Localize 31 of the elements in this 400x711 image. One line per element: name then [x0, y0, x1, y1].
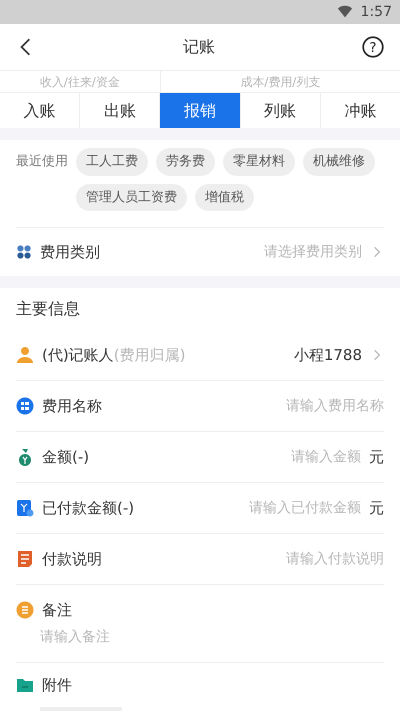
field-label: 已付款金额(-): [42, 498, 134, 519]
category-chip[interactable]: 机械维修: [303, 148, 375, 176]
section-title: 主要信息: [16, 298, 80, 320]
selected-value[interactable]: 小程1788: [294, 344, 362, 366]
unit-label: 元: [369, 446, 384, 468]
input-field[interactable]: 请输入已付款金额: [166, 498, 361, 518]
recent-label: 最近使用: [16, 153, 68, 171]
unit-label: 元: [369, 498, 384, 519]
input-field[interactable]: 请输入付款说明: [161, 548, 384, 570]
field-label: 金额(-): [42, 446, 90, 468]
field-label: 费用名称: [42, 396, 102, 417]
status-time: 1:57: [360, 2, 392, 22]
input-field[interactable]: 请输入金额: [143, 446, 361, 468]
field-label: (代)记账人: [42, 344, 114, 366]
page-title: 记账: [183, 36, 215, 58]
category-chip[interactable]: 增值税: [195, 184, 254, 211]
field-label: 付款说明: [42, 548, 102, 570]
field-label: 费用类别: [40, 242, 100, 263]
field-label: 备注: [42, 600, 72, 621]
field-label: 附件: [42, 674, 72, 696]
note-field[interactable]: 请输入备注: [40, 627, 400, 651]
tab[interactable]: 报销: [159, 93, 240, 128]
category-chip[interactable]: 零星材料: [223, 148, 295, 176]
help-icon: ?: [362, 36, 384, 58]
category-chip[interactable]: 劳务费: [156, 148, 215, 176]
field-note: (费用归属): [114, 344, 186, 366]
category-chip[interactable]: 工人工费: [76, 148, 148, 176]
category-chip[interactable]: 管理人员工资费: [76, 184, 187, 211]
input-field[interactable]: 请输入费用名称: [161, 396, 384, 416]
tab-group-label: 成本/费用/列支: [240, 74, 320, 90]
tab-group-label: 收入/往来/资金: [40, 74, 120, 90]
